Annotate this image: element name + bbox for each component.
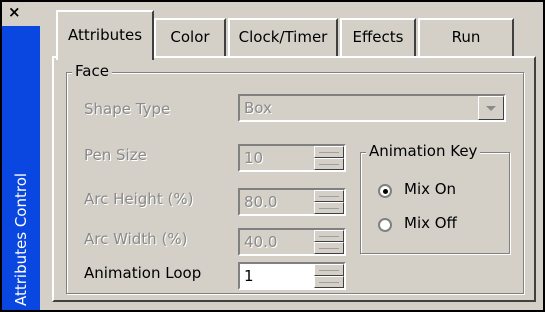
vertical-title-bar[interactable]: × Attributes Control — [2, 2, 40, 310]
pen-size-spin-buttons[interactable] — [314, 146, 344, 170]
window-title: Attributes Control — [12, 172, 30, 306]
animation-loop-spin-buttons[interactable] — [314, 264, 344, 288]
mix-off-label[interactable]: Mix Off — [404, 214, 457, 232]
spin-up-icon — [319, 196, 339, 197]
arc-width-value: 40.0 — [244, 233, 278, 251]
spin-down-icon — [319, 164, 339, 165]
tab-label: Clock/Timer — [238, 28, 328, 46]
close-icon[interactable]: × — [2, 2, 40, 26]
tab-effects[interactable]: Effects — [340, 18, 416, 56]
spin-up-icon — [319, 236, 339, 237]
spin-up-button[interactable] — [314, 264, 344, 276]
animation-loop-spinner[interactable]: 1 — [238, 262, 346, 290]
spin-down-button[interactable] — [314, 202, 344, 214]
arc-width-spinner[interactable]: 40.0 — [238, 228, 346, 256]
pen-size-value: 10 — [244, 149, 264, 167]
pen-size-spinner[interactable]: 10 — [238, 144, 346, 172]
spin-down-icon — [319, 208, 339, 209]
mix-on-radio[interactable] — [378, 184, 392, 198]
spin-down-icon — [319, 282, 339, 283]
spin-down-button[interactable] — [314, 158, 344, 170]
animation-loop-label: Animation Loop — [84, 264, 202, 282]
mix-on-label[interactable]: Mix On — [404, 180, 456, 198]
pen-size-label: Pen Size — [84, 146, 147, 164]
spin-up-icon — [319, 270, 339, 271]
arc-width-spin-buttons[interactable] — [314, 230, 344, 254]
tab-label: Run — [451, 28, 481, 46]
shape-type-value: Box — [244, 99, 272, 117]
tab-label: Effects — [352, 28, 404, 46]
arc-height-value: 80.0 — [244, 193, 278, 211]
tab-label: Attributes — [67, 26, 143, 44]
face-group-label: Face — [72, 62, 112, 80]
arc-width-label: Arc Width (%) — [84, 230, 188, 248]
spin-up-button[interactable] — [314, 190, 344, 202]
arc-height-spinner[interactable]: 80.0 — [238, 188, 346, 216]
chevron-down-icon — [486, 106, 496, 111]
dropdown-button[interactable] — [478, 96, 504, 120]
arc-height-label: Arc Height (%) — [84, 190, 194, 208]
animation-key-group-label: Animation Key — [366, 142, 481, 160]
radio-selected-dot — [383, 189, 388, 194]
spin-down-button[interactable] — [314, 242, 344, 254]
tab-color[interactable]: Color — [154, 18, 226, 56]
arc-height-spin-buttons[interactable] — [314, 190, 344, 214]
spin-up-button[interactable] — [314, 146, 344, 158]
animation-loop-value: 1 — [244, 267, 254, 285]
tab-attributes[interactable]: Attributes — [56, 10, 154, 60]
tab-clock-timer[interactable]: Clock/Timer — [228, 18, 338, 56]
spin-up-button[interactable] — [314, 230, 344, 242]
mix-off-radio[interactable] — [378, 218, 392, 232]
spin-up-icon — [319, 152, 339, 153]
shape-type-select[interactable]: Box — [238, 94, 506, 122]
shape-type-label: Shape Type — [84, 100, 171, 118]
spin-down-icon — [319, 248, 339, 249]
attributes-control-window: × Attributes Control Attributes Color Cl… — [0, 0, 545, 312]
tab-run[interactable]: Run — [418, 18, 514, 56]
tab-label: Color — [170, 28, 210, 46]
spin-down-button[interactable] — [314, 276, 344, 288]
animation-key-groupbox — [360, 152, 510, 254]
attributes-panel: Face Shape Type Box Pen Size 10 Arc Heig… — [52, 56, 536, 302]
